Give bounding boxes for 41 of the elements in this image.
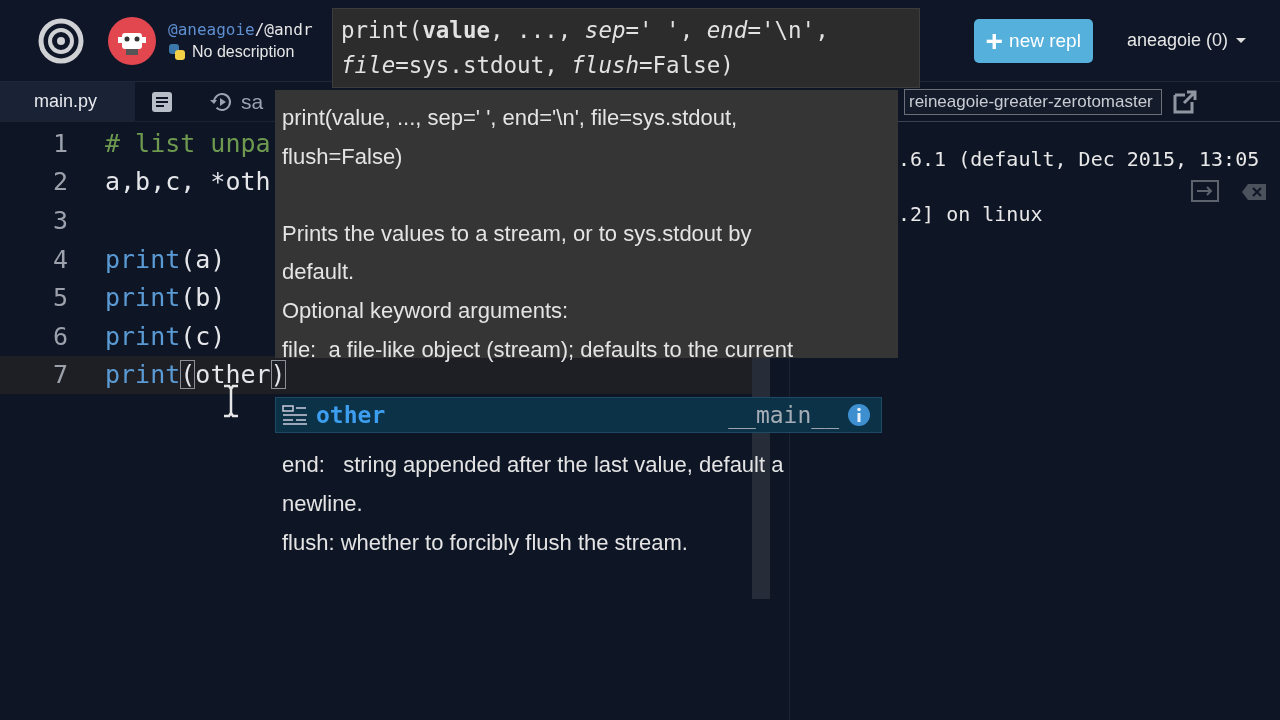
caret-icon <box>1236 38 1246 43</box>
console-output: .2] on linux <box>898 201 1043 228</box>
url-field[interactable]: reineagoie-greater-zerotomaster <box>904 88 1162 115</box>
python-icon <box>168 43 186 61</box>
documentation-text: end: string appended after the last value, default a <box>282 453 785 480</box>
suggestion-item[interactable]: other __main__ <box>275 397 882 433</box>
code-line: print(a) <box>105 244 226 274</box>
line-number: 5 <box>51 283 68 313</box>
documentation-text: flush=False) <box>282 144 404 171</box>
screen-icon[interactable] <box>1191 180 1219 202</box>
console-output: .6.1 (default, Dec 2015, 13:05 <box>898 146 1260 173</box>
document-icon[interactable] <box>151 90 174 113</box>
line-number: 3 <box>51 206 68 235</box>
list-icon <box>282 404 308 426</box>
text-cursor-icon <box>222 384 240 418</box>
code-line: print(c) <box>105 321 226 351</box>
line-number: 1 <box>51 128 68 158</box>
external-link-icon[interactable] <box>1172 88 1198 115</box>
documentation-text: print(value, ..., sep=' ', end='\n', file=sys.stdout, <box>282 106 739 132</box>
robot-avatar-icon <box>108 16 156 65</box>
logo-icon <box>38 17 84 64</box>
line-number: 7 <box>51 360 68 390</box>
signature-text: print(value, ..., sep=' ', end='\n', <box>341 16 830 45</box>
code-line: print(b) <box>105 283 226 313</box>
signature-text: file=sys.stdout, flush=False) <box>341 51 735 80</box>
project-path[interactable]: @aneagoie/@andr <box>168 20 313 39</box>
history-tab[interactable]: sa <box>241 89 264 114</box>
documentation-text: Optional keyword arguments: <box>282 298 570 325</box>
documentation-text: flush: whether to forcibly flush the stream. <box>282 530 689 557</box>
documentation-text: default. <box>282 260 356 287</box>
info-icon[interactable] <box>847 403 871 427</box>
documentation-text: Prints the values to a stream, or to sys.stdout by <box>282 221 753 248</box>
code-line: a,b,c, *oth <box>105 167 271 197</box>
line-number: 4 <box>51 244 68 274</box>
line-number: 2 <box>51 167 68 197</box>
project-description: No description <box>192 43 295 61</box>
file-tab[interactable]: main.py <box>0 82 136 121</box>
code-line: # list unpa <box>105 128 271 158</box>
user-menu[interactable]: aneagoie (0) <box>1126 30 1246 51</box>
line-number: 6 <box>51 321 68 351</box>
documentation-text: newline. <box>282 491 364 518</box>
